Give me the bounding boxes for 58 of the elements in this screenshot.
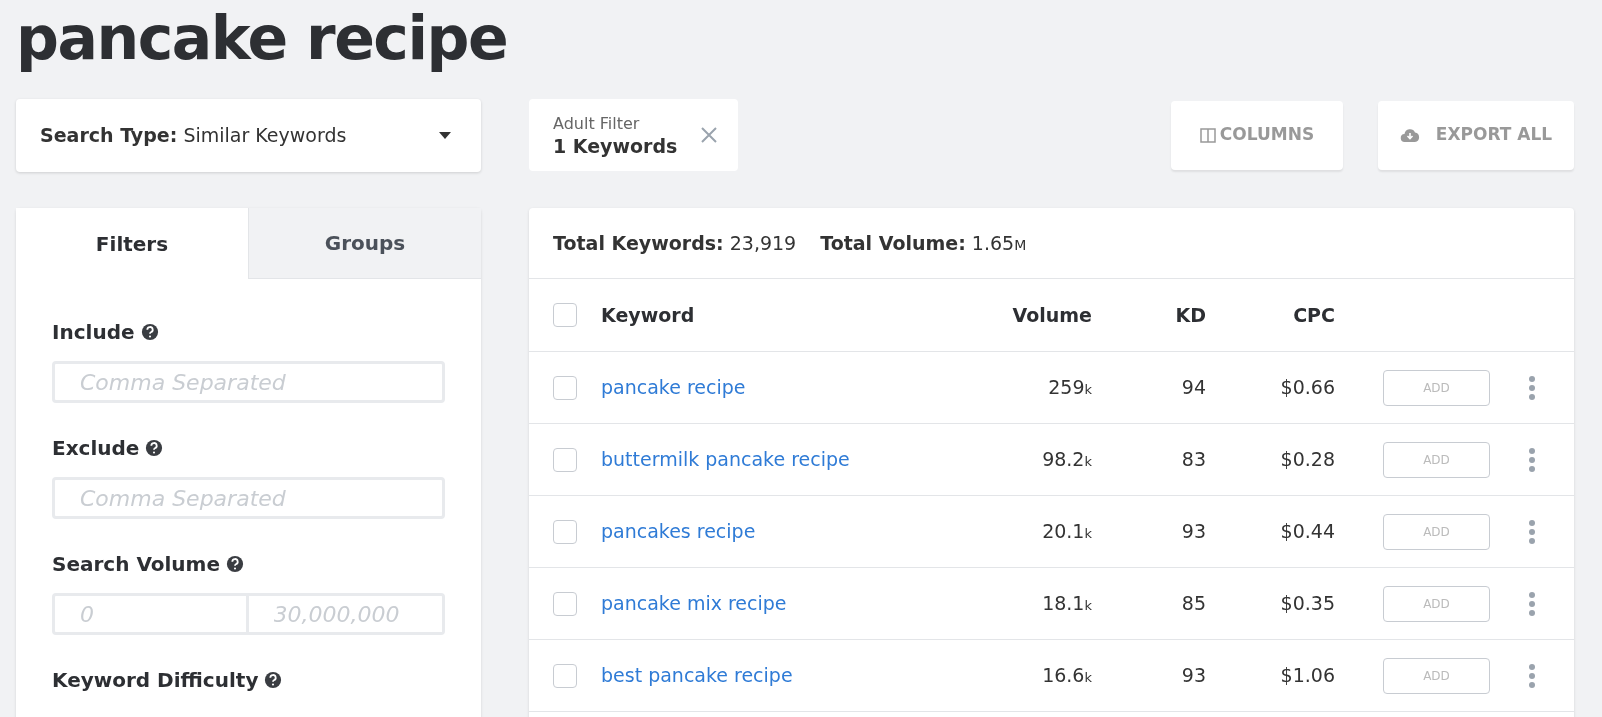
keyword-link[interactable]: buttermilk pancake recipe [601,445,962,474]
total-volume: Total Volume: 1.65M [820,230,1027,256]
volume-cell-text: 98.2k [1042,447,1092,473]
cpc-cell-text: $0.66 [1280,375,1335,401]
panel-tab[interactable]: Filters [16,208,248,279]
search-type-text: Search Type: Similar Keywords [40,122,347,148]
caret-icon [439,131,451,139]
more-icon[interactable] [1529,375,1535,400]
checkbox[interactable] [553,447,577,472]
panel-tab[interactable]: Groups [248,208,481,279]
checkbox[interactable] [553,663,577,688]
export-button[interactable]: EXPORT ALL [1378,100,1574,170]
volume-cell-text: 18.1k [1042,591,1092,617]
filter-label: Exclude [52,435,140,462]
chip-label: Adult Filter [553,113,641,135]
column-header[interactable]: CPC [1293,300,1335,330]
more-icon[interactable] [1529,591,1535,616]
cpc-cell-text: $0.35 [1280,591,1335,617]
columns-button[interactable]: COLUMNS [1171,100,1343,170]
total-keywords: Total Keywords: 23,919 [553,230,797,256]
keyword-link[interactable]: best pancake recipe [601,661,962,690]
more-icon[interactable] [1529,519,1535,544]
chip-value: 1 Keywords [553,135,678,158]
column-header[interactable]: Volume [1012,300,1092,330]
keyword-link[interactable]: pancake recipe [601,373,962,402]
more-icon[interactable] [1529,447,1535,472]
column-header[interactable]: KD [1175,300,1206,330]
help-icon[interactable] [145,439,164,457]
filter-label: Search Volume [52,551,220,578]
help-icon[interactable] [226,555,244,573]
checkbox[interactable] [553,591,577,616]
checkbox[interactable] [553,519,577,544]
help-icon[interactable] [140,323,159,341]
volume-cell-text: 16.6k [1042,663,1092,689]
kd-cell-text: 93 [1181,663,1206,689]
checkbox[interactable] [553,303,577,327]
more-icon[interactable] [1529,663,1535,688]
kd-cell-text: 83 [1181,447,1206,473]
filter-label: Keyword Difficulty [52,667,259,694]
search-type-dropdown[interactable]: Search Type: Similar Keywords [16,98,481,172]
cpc-cell-text: $1.06 [1280,663,1335,689]
volume-cell-text: 20.1k [1042,519,1092,545]
keyword-link[interactable]: pancake mix recipe [601,589,962,618]
keyword-link[interactable]: pancakes recipe [601,517,962,546]
kd-cell-text: 93 [1181,519,1206,545]
cloud-download-icon [1399,127,1420,143]
volume-cell-text: 259k [1048,375,1092,401]
cpc-cell-text: $0.28 [1280,447,1335,473]
checkbox[interactable] [553,375,577,400]
cpc-cell-text: $0.44 [1280,519,1335,545]
column-header[interactable]: Keyword [601,300,962,330]
help-icon[interactable] [264,671,283,689]
filter-label: Include [52,319,135,346]
columns-icon [1199,127,1216,143]
close-icon[interactable] [700,126,718,144]
page-title: pancake recipe [16,2,509,75]
kd-cell-text: 94 [1181,375,1206,401]
kd-cell-text: 85 [1181,591,1206,617]
